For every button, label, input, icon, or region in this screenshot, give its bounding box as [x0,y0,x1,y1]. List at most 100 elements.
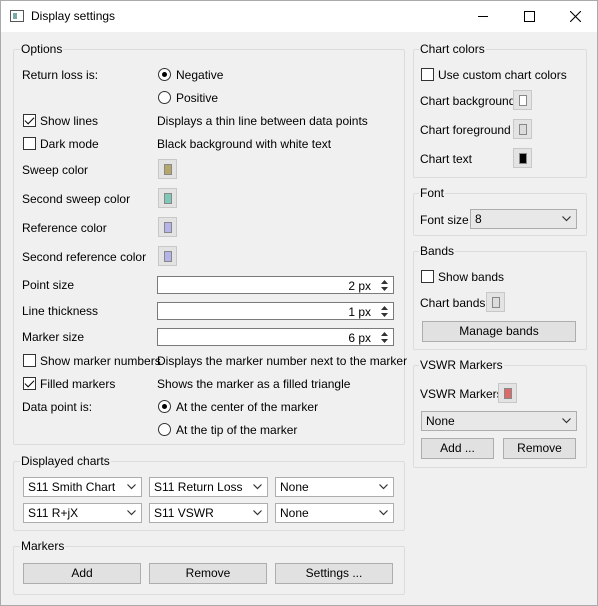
font-size-value: 8 [475,212,482,226]
reference-color-button[interactable] [158,217,177,237]
center-of-marker-radio[interactable] [158,400,171,413]
marker-size-down-button[interactable] [377,337,392,344]
chart-text-swatch [519,153,527,164]
point-size-up-button[interactable] [377,278,392,285]
chart-select-2[interactable]: S11 Return Loss [149,477,268,497]
minimize-icon [478,16,488,17]
second-sweep-color-button[interactable] [158,188,177,208]
dark-mode-description: Black background with white text [157,137,332,151]
sweep-color-swatch [164,164,172,175]
chart-bands-color-button[interactable] [486,292,505,312]
sweep-color-label: Sweep color [22,163,89,177]
vswr-marker-swatch [504,388,512,399]
font-group-title: Font [419,186,446,200]
chevron-down-icon [253,484,262,490]
use-custom-colors-checkbox[interactable] [421,68,434,81]
title-bar: Display settings [1,1,597,32]
spin-up-icon [381,279,388,284]
show-bands-checkbox[interactable] [421,270,434,283]
vswr-add-button[interactable]: Add ... [421,438,494,459]
marker-settings-button[interactable]: Settings ... [275,563,393,584]
chart-select-1-value: S11 Smith Chart [28,480,116,494]
chart-foreground-swatch [519,124,527,135]
vswr-marker-select[interactable]: None [421,411,577,431]
data-point-label: Data point is: [22,400,93,414]
point-size-down-button[interactable] [377,285,392,292]
chevron-down-icon [127,484,136,490]
reference-color-label: Reference color [22,221,107,235]
chart-text-button[interactable] [513,148,532,168]
options-group-title: Options [20,42,64,56]
negative-radio[interactable] [158,68,171,81]
chart-select-4-value: S11 R+jX [28,506,79,520]
show-bands-label: Show bands [438,270,505,284]
filled-markers-description: Shows the marker as a filled triangle [157,377,351,391]
show-marker-numbers-checkbox[interactable] [23,354,36,367]
chart-select-5[interactable]: S11 VSWR [149,503,268,523]
return-loss-label: Return loss is: [22,68,99,82]
display-settings-window: Display settings Options Return loss is:… [0,0,598,606]
line-thickness-up-button[interactable] [377,304,392,311]
remove-marker-button[interactable]: Remove [149,563,267,584]
show-marker-numbers-description: Displays the marker number next to the m… [157,354,408,368]
second-reference-color-button[interactable] [158,246,177,266]
spin-up-icon [381,305,388,310]
markers-group-title: Markers [20,539,66,553]
line-thickness-spinbox[interactable]: 1 px [157,302,394,320]
chevron-down-icon [562,418,571,424]
spin-up-icon [381,331,388,336]
marker-size-up-button[interactable] [377,330,392,337]
font-size-label: Font size [420,213,469,227]
line-thickness-down-button[interactable] [377,311,392,318]
positive-label: Positive [176,91,219,105]
maximize-button[interactable] [506,1,552,31]
marker-size-spinbox[interactable]: 6 px [157,328,394,346]
chart-colors-group-title: Chart colors [419,42,486,56]
show-lines-checkbox[interactable] [23,114,36,127]
chart-select-6-value: None [280,506,309,520]
use-custom-colors-label: Use custom chart colors [438,68,567,82]
chart-select-4[interactable]: S11 R+jX [23,503,142,523]
chart-select-2-value: S11 Return Loss [154,480,243,494]
point-size-label: Point size [22,278,75,292]
displayed-charts-group-title: Displayed charts [20,454,111,468]
chart-background-swatch [519,95,527,106]
line-thickness-value: 1 px [348,305,371,319]
chart-select-5-value: S11 VSWR [154,506,214,520]
chart-select-3-value: None [280,480,309,494]
chart-foreground-button[interactable] [513,119,532,139]
filled-markers-label: Filled markers [40,377,116,391]
chart-select-1[interactable]: S11 Smith Chart [23,477,142,497]
minimize-button[interactable] [460,1,506,31]
second-reference-color-swatch [164,251,172,262]
vswr-remove-button[interactable]: Remove [503,438,576,459]
positive-radio[interactable] [158,91,171,104]
chart-bands-label: Chart bands [420,296,486,310]
font-size-select[interactable]: 8 [470,209,577,229]
close-button[interactable] [552,1,598,31]
manage-bands-button[interactable]: Manage bands [422,321,576,342]
second-sweep-color-label: Second sweep color [22,192,131,206]
show-lines-label: Show lines [40,114,99,128]
add-marker-button[interactable]: Add [23,563,141,584]
chart-select-3[interactable]: None [275,477,394,497]
filled-markers-checkbox[interactable] [23,377,36,390]
show-marker-numbers-label: Show marker numbers [40,354,161,368]
spin-down-icon [381,338,388,343]
dark-mode-checkbox[interactable] [23,137,36,150]
chart-text-label: Chart text [420,152,473,166]
vswr-marker-color-button[interactable] [498,383,517,403]
maximize-icon [523,10,535,22]
bands-group-title: Bands [419,244,456,258]
vswr-marker-select-value: None [426,414,455,428]
chart-select-6[interactable]: None [275,503,394,523]
marker-size-label: Marker size [22,330,85,344]
line-thickness-label: Line thickness [22,304,99,318]
sweep-color-button[interactable] [158,159,177,179]
tip-of-marker-radio[interactable] [158,423,171,436]
chart-background-button[interactable] [513,90,532,110]
spin-down-icon [381,286,388,291]
point-size-spinbox[interactable]: 2 px [157,276,394,294]
chart-bands-swatch [492,297,500,308]
chevron-down-icon [253,510,262,516]
